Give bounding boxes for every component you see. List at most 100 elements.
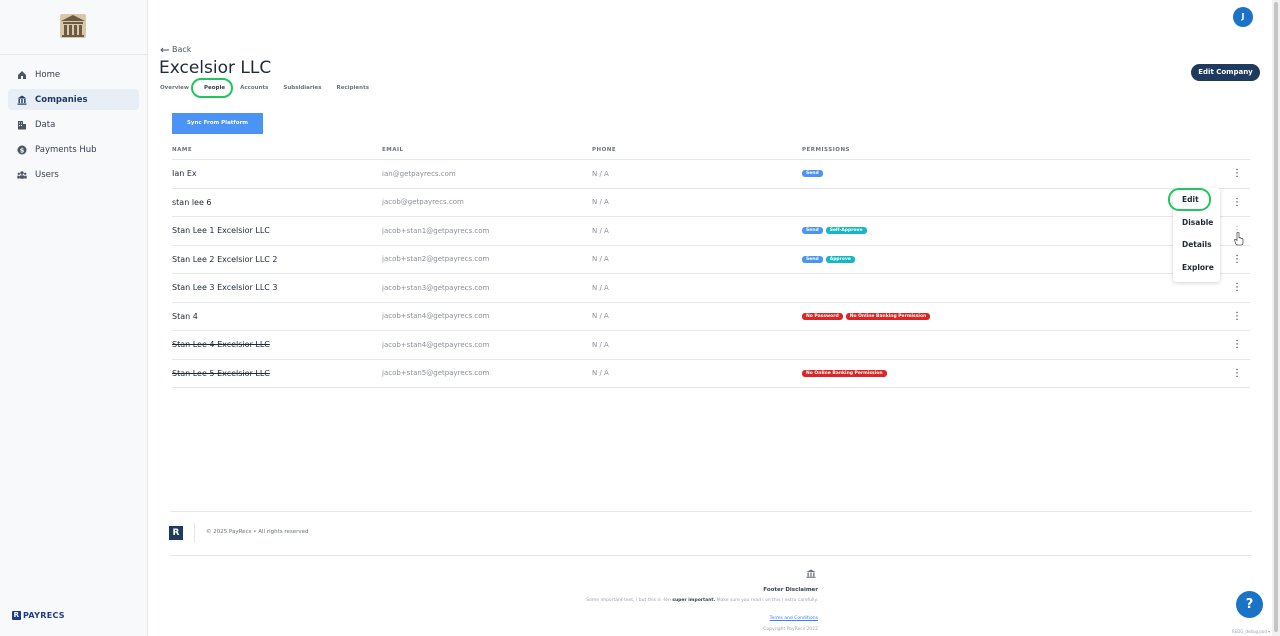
cell-email: jacob+stan1@getpayrecs.com — [382, 226, 490, 235]
edit-highlight — [1168, 188, 1211, 211]
cell-name: Stan Lee 1 Excelsior LLC — [172, 226, 270, 236]
cell-phone: N / A — [592, 198, 609, 207]
table-row[interactable]: Stan Lee 3 Excelsior LLC 3 jacob+stan3@ge… — [172, 274, 1250, 303]
terms-link[interactable]: Terms and Conditions — [700, 616, 818, 621]
back-link[interactable]: Back — [160, 45, 191, 54]
tab-recipients[interactable]: Recipients — [337, 85, 369, 91]
sidebar-divider — [0, 54, 147, 55]
table-row[interactable]: Stan Lee 1 Excelsior LLC jacob+stan1@getp… — [172, 217, 1250, 246]
payrecs-mark-icon: R — [12, 611, 21, 620]
cell-phone: N / A — [592, 312, 609, 321]
more-options-icon[interactable]: ⋮ — [1232, 339, 1242, 351]
arrow-left-icon — [160, 47, 169, 52]
cell-email: jacob+stan4@getpayrecs.com — [382, 340, 490, 349]
sidebar-item-data[interactable]: Data — [8, 114, 139, 135]
disclaimer-text-start: Some important text, \ but this is -len — [586, 598, 673, 603]
permission-badge: Send — [802, 227, 823, 235]
version-label: REDG_debug.pod ▾ — [1232, 629, 1271, 634]
sidebar-item-users[interactable]: Users — [8, 164, 139, 185]
payrecs-brand-logo: R PAYRECS — [12, 611, 65, 620]
sidebar-item-payments-hub[interactable]: $ Payments Hub — [8, 139, 139, 160]
more-options-icon[interactable]: ⋮ — [1232, 197, 1242, 209]
cell-name: Stan Lee 5 Excelsior LLC — [172, 368, 270, 378]
cell-permissions: Send — [802, 170, 1222, 178]
menu-item-explore[interactable]: Explore — [1182, 263, 1214, 272]
cell-email: jacob+stan4@getpayrecs.com — [382, 312, 490, 321]
cell-permissions: No Password No Online Banking Permission — [802, 312, 1222, 320]
cell-email: jacob+stan3@getpayrecs.com — [382, 283, 490, 292]
more-options-icon[interactable]: ⋮ — [1232, 368, 1242, 380]
dollar-icon: $ — [17, 145, 27, 154]
back-label: Back — [172, 45, 192, 54]
cell-name: Stan 4 — [172, 311, 198, 321]
svg-text:$: $ — [20, 146, 25, 154]
cell-name: Stan Lee 2 Excelsior LLC 2 — [172, 254, 278, 264]
avatar[interactable]: J — [1233, 7, 1253, 27]
footer-disclaimer-title: Footer Disclaimer — [763, 587, 818, 593]
sync-from-platform-button[interactable]: Sync From Platform — [172, 113, 263, 134]
table-row[interactable]: Stan Lee 4 Excelsior LLC jacob+stan4@getp… — [172, 331, 1250, 360]
footer-divider — [170, 511, 1252, 512]
column-header-email[interactable]: EMAIL — [382, 147, 592, 153]
bank-logo-icon — [60, 14, 86, 38]
permission-badge: No Online Banking Permission — [845, 312, 931, 320]
column-header-phone[interactable]: PHONE — [592, 147, 802, 153]
menu-item-details[interactable]: Details — [1182, 240, 1212, 249]
sidebar-item-home[interactable]: Home — [8, 64, 139, 85]
bank-icon — [806, 569, 816, 578]
scrollbar[interactable] — [1272, 0, 1280, 636]
cell-name: Stan Lee 3 Excelsior LLC 3 — [172, 283, 278, 293]
cell-phone: N / A — [592, 283, 609, 292]
more-options-icon[interactable]: ⋮ — [1232, 254, 1242, 266]
table-row[interactable]: Stan Lee 5 Excelsior LLC jacob+stan5@getp… — [172, 360, 1250, 388]
footer-disclaimer-text: Some important text, \ but this is -len … — [560, 598, 818, 604]
table-row[interactable]: stan lee 6 jacob@getpayrecs.com N / A ⋮ — [172, 189, 1250, 217]
table-row[interactable]: Ian Ex ian@getpayrecs.com N / A Send ⋮ — [172, 160, 1250, 189]
sidebar-item-label: Home — [35, 69, 61, 80]
more-options-icon[interactable]: ⋮ — [1232, 282, 1242, 294]
menu-item-disable[interactable]: Disable — [1182, 218, 1213, 227]
payrecs-footer-logo-icon: R — [169, 526, 183, 540]
permission-badge: No Online Banking Permission — [802, 369, 887, 377]
tab-subsidiaries[interactable]: Subsidiaries — [283, 85, 321, 91]
cell-email: ian@getpayrecs.com — [382, 169, 456, 178]
permission-badge: Self-Approve — [825, 227, 867, 235]
more-options-icon[interactable]: ⋮ — [1232, 168, 1242, 180]
footer-disclaimer-copyright: Copyright PayRecs 2022 — [763, 627, 818, 632]
cell-phone: N / A — [592, 340, 609, 349]
help-button[interactable]: ? — [1236, 591, 1263, 618]
sidebar-item-label: Users — [35, 169, 59, 180]
tab-overview[interactable]: Overview — [160, 85, 189, 91]
table-row[interactable]: Stan 4 jacob+stan4@getpayrecs.com N / A No … — [172, 303, 1250, 331]
cell-phone: N / A — [592, 169, 609, 178]
bank-icon — [17, 95, 27, 105]
edit-company-button[interactable]: Edit Company — [1191, 64, 1260, 81]
brand-name: PAYRECS — [23, 611, 65, 620]
cell-phone: N / A — [592, 255, 609, 264]
cell-phone: N / A — [592, 369, 609, 378]
more-options-icon[interactable]: ⋮ — [1232, 311, 1242, 323]
column-header-permissions[interactable]: PERMISSIONS — [802, 147, 1222, 153]
tab-people-highlight — [191, 78, 233, 98]
cell-name: Ian Ex — [172, 169, 197, 179]
sidebar: Home Companies Data $ Payments Hub Users… — [0, 0, 148, 636]
page-title: Excelsior LLC — [159, 58, 272, 78]
hand-cursor-icon — [1234, 232, 1244, 246]
sidebar-item-companies[interactable]: Companies — [8, 89, 139, 110]
cell-name: stan lee 6 — [172, 197, 212, 207]
disclaimer-text-bold: super important. — [672, 598, 716, 603]
footer-divider-2 — [170, 555, 1252, 556]
footer-copyright: © 2025 PayRecs • All rights reserved — [206, 529, 309, 535]
column-header-name[interactable]: NAME — [172, 147, 382, 153]
tab-accounts[interactable]: Accounts — [240, 85, 268, 91]
table-row[interactable]: Stan Lee 2 Excelsior LLC 2 jacob+stan2@ge… — [172, 246, 1250, 274]
sidebar-item-label: Data — [35, 119, 56, 130]
cell-permissions: Send Self-Approve — [802, 227, 1222, 235]
disclaimer-text-end: Make sure you read i on this \ extra car… — [715, 598, 818, 603]
building-icon — [18, 120, 26, 129]
scrollbar-thumb[interactable] — [1274, 2, 1278, 632]
cell-name: Stan Lee 4 Excelsior LLC — [172, 340, 270, 350]
permission-badge: Send — [802, 170, 823, 178]
sidebar-item-label: Companies — [35, 94, 88, 105]
permission-badge: Send — [802, 255, 823, 263]
